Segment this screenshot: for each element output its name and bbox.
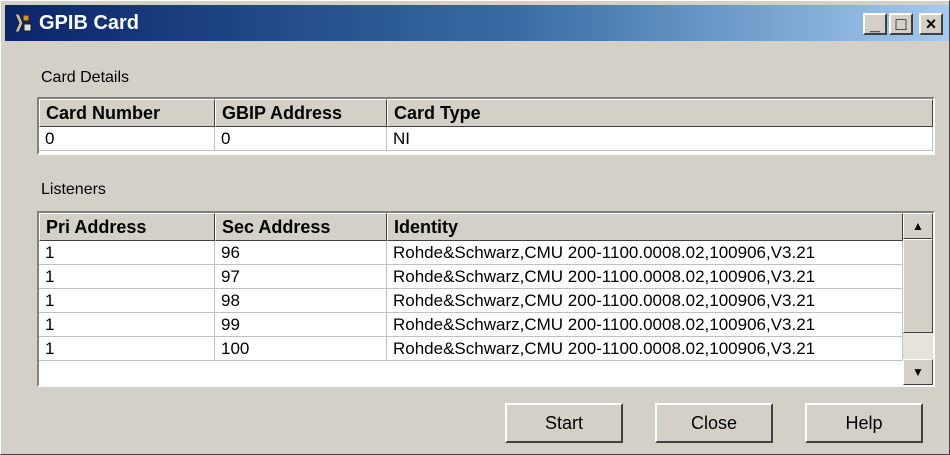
close-button-label: Close [690, 413, 738, 433]
pri-address-cell[interactable]: 1 [39, 313, 215, 337]
identity-cell[interactable]: Rohde&Schwarz,CMU 200-1100.0008.02,10090… [387, 337, 903, 361]
column-header-pri-address[interactable]: Pri Address [39, 213, 215, 241]
maximize-icon: □ [895, 14, 907, 34]
identity-cell[interactable]: Rohde&Schwarz,CMU 200-1100.0008.02,10090… [387, 313, 903, 337]
sec-address-cell[interactable]: 97 [215, 265, 387, 289]
close-button[interactable]: Close [655, 403, 773, 443]
window-title: GPIB Card [39, 12, 140, 34]
card-number-cell[interactable]: 0 [39, 127, 215, 151]
pri-address-cell[interactable]: 1 [39, 265, 215, 289]
pri-address-cell[interactable]: 1 [39, 241, 215, 265]
start-button-label: Start [544, 413, 583, 433]
vertical-scrollbar[interactable]: ▲ ▼ [903, 213, 933, 385]
column-header-sec-address[interactable]: Sec Address [215, 213, 387, 241]
minimize-icon: _ [869, 14, 880, 34]
identity-cell[interactable]: Rohde&Schwarz,CMU 200-1100.0008.02,10090… [387, 265, 903, 289]
gpib-card-app-icon [14, 13, 32, 33]
listeners-label: Listeners [41, 181, 106, 198]
card-details-label: Card Details [41, 69, 130, 86]
column-header-identity[interactable]: Identity [387, 213, 903, 241]
help-button-label: Help [845, 413, 883, 433]
close-window-button[interactable]: × [919, 13, 943, 35]
start-button[interactable]: Start [505, 403, 623, 443]
card-type-cell[interactable]: NI [387, 127, 933, 151]
pri-address-cell[interactable]: 1 [39, 337, 215, 361]
maximize-button[interactable]: □ [889, 13, 913, 35]
card-details-table[interactable]: Card Number GBIP Address Card Type 0 0 N… [37, 97, 935, 155]
column-header-card-type[interactable]: Card Type [387, 99, 933, 127]
pri-address-cell[interactable]: 1 [39, 289, 215, 313]
scroll-up-arrow-icon: ▲ [912, 219, 924, 233]
listeners-table[interactable]: Pri Address Sec Address Identity 1 96 Ro… [37, 211, 935, 387]
help-button[interactable]: Help [805, 403, 923, 443]
scroll-down-arrow-icon: ▼ [912, 365, 924, 379]
sec-address-cell[interactable]: 96 [215, 241, 387, 265]
sec-address-cell[interactable]: 100 [215, 337, 387, 361]
column-header-gbip-address[interactable]: GBIP Address [215, 99, 387, 127]
sec-address-cell[interactable]: 98 [215, 289, 387, 313]
identity-cell[interactable]: Rohde&Schwarz,CMU 200-1100.0008.02,10090… [387, 289, 903, 313]
minimize-button[interactable]: _ [863, 13, 887, 35]
scroll-up-button[interactable]: ▲ [903, 213, 933, 239]
close-icon: × [925, 14, 937, 34]
scroll-down-button[interactable]: ▼ [903, 359, 933, 385]
sec-address-cell[interactable]: 99 [215, 313, 387, 337]
gpib-card-window: GPIB Card _ □ × Card Details Card Number… [0, 0, 950, 455]
column-header-card-number[interactable]: Card Number [39, 99, 215, 127]
identity-cell[interactable]: Rohde&Schwarz,CMU 200-1100.0008.02,10090… [387, 241, 903, 265]
title-bar[interactable]: GPIB Card _ □ × [5, 5, 949, 41]
scroll-thumb[interactable] [903, 239, 933, 333]
gbip-address-cell[interactable]: 0 [215, 127, 387, 151]
